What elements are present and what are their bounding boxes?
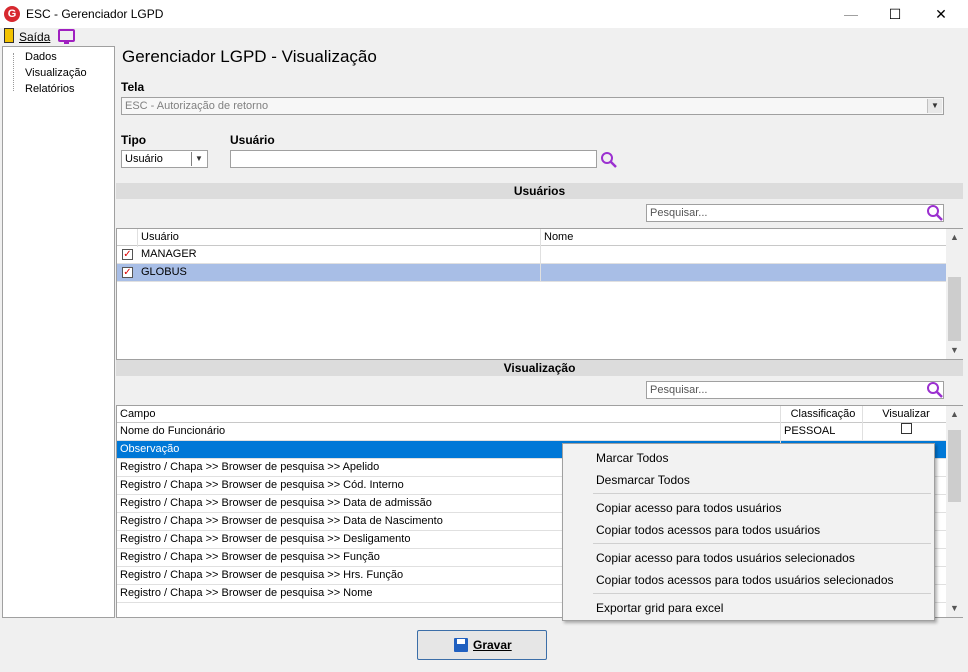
context-menu: Marcar Todos Desmarcar Todos Copiar aces… xyxy=(562,443,935,621)
scroll-up-icon[interactable]: ▲ xyxy=(946,406,963,423)
save-button[interactable]: Gravar xyxy=(417,630,547,660)
usuarios-scrollbar[interactable]: ▲ ▼ xyxy=(946,229,963,359)
tree-item-relatorios[interactable]: Relatórios xyxy=(25,83,75,95)
close-button[interactable]: ✕ xyxy=(918,0,964,28)
menu-item-desmarcar-todos[interactable]: Desmarcar Todos xyxy=(596,473,690,487)
visualizar-checkbox[interactable] xyxy=(900,423,912,434)
floppy-disk-icon xyxy=(454,638,468,652)
app-logo-icon: G xyxy=(4,6,20,22)
menu-bar xyxy=(0,28,968,46)
menu-item-copiar-todos-acessos-todos[interactable]: Copiar todos acessos para todos usuários xyxy=(596,523,820,537)
row-checkbox[interactable]: ✓ xyxy=(122,267,133,278)
scroll-down-icon[interactable]: ▼ xyxy=(946,600,963,617)
visualizacao-section-header: Visualização xyxy=(116,360,963,376)
exit-menu-item[interactable]: Saída xyxy=(19,30,50,44)
menu-item-copiar-todos-acessos-selecionados[interactable]: Copiar todos acessos para todos usuários… xyxy=(596,573,894,587)
scroll-thumb[interactable] xyxy=(948,277,961,341)
table-row[interactable]: ✓ MANAGER xyxy=(117,246,946,264)
cell-classificacao: PESSOAL xyxy=(781,423,863,441)
cell-nome xyxy=(541,264,946,282)
header-check-column xyxy=(117,229,138,247)
header-campo[interactable]: Campo xyxy=(117,406,781,424)
tipo-select[interactable]: Usuário ▼ xyxy=(121,150,208,168)
tipo-label: Tipo xyxy=(121,133,147,147)
visualizacao-scrollbar[interactable]: ▲ ▼ xyxy=(946,406,963,617)
visualizacao-search-input[interactable]: Pesquisar... xyxy=(646,381,944,399)
menu-item-copiar-acesso-selecionados[interactable]: Copiar acesso para todos usuários seleci… xyxy=(596,551,855,565)
menu-separator xyxy=(593,493,931,494)
monitor-icon[interactable] xyxy=(58,29,75,44)
tela-select[interactable]: ESC - Autorização de retorno ▼ xyxy=(121,97,944,115)
visualizacao-grid-header: Campo Classificação Visualizar xyxy=(117,406,946,424)
row-checkbox[interactable]: ✓ xyxy=(122,249,133,260)
table-row-selected[interactable]: ✓ GLOBUS xyxy=(117,264,946,282)
maximize-button[interactable]: ☐ xyxy=(872,0,918,28)
save-button-label: Gravar xyxy=(473,638,512,652)
cell-usuario: MANAGER xyxy=(138,246,541,264)
tipo-value: Usuário xyxy=(125,153,163,165)
usuarios-grid-header: Usuário Nome xyxy=(117,229,946,247)
window-title: ESC - Gerenciador LGPD xyxy=(26,7,164,21)
exit-door-icon[interactable] xyxy=(4,28,14,43)
tree-item-dados[interactable]: Dados xyxy=(25,51,57,63)
minimize-button[interactable]: — xyxy=(828,0,874,28)
scroll-up-icon[interactable]: ▲ xyxy=(946,229,963,246)
header-nome[interactable]: Nome xyxy=(541,229,946,247)
chevron-down-icon[interactable]: ▼ xyxy=(927,99,942,113)
chevron-down-icon[interactable]: ▼ xyxy=(191,152,206,166)
header-visualizar[interactable]: Visualizar xyxy=(863,406,946,424)
tela-label: Tela xyxy=(121,80,145,94)
menu-item-copiar-acesso-todos[interactable]: Copiar acesso para todos usuários xyxy=(596,501,781,515)
menu-separator xyxy=(593,593,931,594)
usuarios-grid: Usuário Nome ✓ MANAGER ✓ GLOBUS ▲ ▼ xyxy=(116,228,963,360)
usuarios-section-header: Usuários xyxy=(116,183,963,199)
cell-nome xyxy=(541,246,946,264)
search-icon[interactable] xyxy=(600,151,618,169)
scroll-down-icon[interactable]: ▼ xyxy=(946,342,963,359)
page-title: Gerenciador LGPD - Visualização xyxy=(122,47,377,66)
table-row[interactable]: Nome do Funcionário PESSOAL xyxy=(117,423,946,441)
menu-item-marcar-todos[interactable]: Marcar Todos xyxy=(596,451,668,465)
header-usuario[interactable]: Usuário xyxy=(138,229,541,247)
cell-usuario: GLOBUS xyxy=(138,264,541,282)
tree-item-visualizacao[interactable]: Visualização xyxy=(25,67,87,79)
usuario-label: Usuário xyxy=(230,133,275,147)
navigation-tree: Dados Visualização Relatórios xyxy=(2,46,115,618)
menu-separator xyxy=(593,543,931,544)
cell-campo: Nome do Funcionário xyxy=(117,423,781,441)
cell-visualizar xyxy=(863,423,946,441)
tree-connector xyxy=(13,53,14,91)
menu-item-exportar-excel[interactable]: Exportar grid para excel xyxy=(596,601,723,615)
usuarios-search-input[interactable]: Pesquisar... xyxy=(646,204,944,222)
usuario-input[interactable] xyxy=(230,150,597,168)
search-icon[interactable] xyxy=(926,381,944,399)
header-classificacao[interactable]: Classificação xyxy=(781,406,863,424)
search-icon[interactable] xyxy=(926,204,944,222)
tela-value: ESC - Autorização de retorno xyxy=(125,100,269,112)
scroll-thumb[interactable] xyxy=(948,430,961,502)
